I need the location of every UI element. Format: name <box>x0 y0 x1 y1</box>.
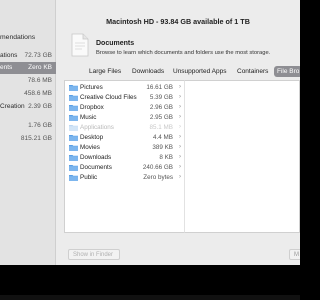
sidebar-item-size: 815.21 GB <box>20 135 52 142</box>
list-item[interactable]: Creative Cloud Files 5.39 GB › <box>65 93 185 103</box>
category-header: Documents Browse to learn which document… <box>64 33 300 63</box>
sidebar-item-label: mendations <box>0 34 36 41</box>
sidebar-item-4[interactable]: 458.6 MB <box>0 88 56 100</box>
storage-management-window: mendations ations 72.73 GB ents Zero KB … <box>0 0 300 265</box>
sidebar-item-size: 2.39 GB <box>28 103 52 110</box>
sidebar-item-documents[interactable]: ents Zero KB <box>0 62 56 74</box>
folder-icon <box>69 84 78 91</box>
chevron-right-icon: › <box>179 114 181 120</box>
file-size: 2.95 GB <box>149 114 173 121</box>
sidebar-item-creation[interactable]: Creation 2.39 GB <box>0 101 56 113</box>
tab-file-browser[interactable]: File Bro <box>274 66 300 77</box>
file-size: Zero bytes <box>143 174 173 181</box>
sidebar-item-size: 1.76 GB <box>28 122 52 129</box>
sidebar-item-label: ents <box>0 64 13 71</box>
show-in-finder-button[interactable]: Show in Finder <box>68 249 120 260</box>
chevron-right-icon: › <box>179 144 181 150</box>
chevron-right-icon: › <box>179 94 181 100</box>
chevron-right-icon: › <box>179 154 181 160</box>
list-item[interactable]: Pictures 16.61 GB › <box>65 83 185 93</box>
file-size: 4.4 MB <box>153 134 173 141</box>
category-subtitle: Browse to learn which documents and fold… <box>96 50 271 56</box>
sidebar-item-size: 72.73 GB <box>24 52 52 59</box>
folder-icon <box>69 114 78 121</box>
list-item[interactable]: Downloads 8 KB › <box>65 153 185 163</box>
file-name: Desktop <box>80 134 104 141</box>
sidebar-item-size: 78.6 MB <box>27 77 52 84</box>
sidebar-item-size: Zero KB <box>28 64 52 71</box>
tab-large-files[interactable]: Large Files <box>86 66 124 77</box>
chevron-right-icon: › <box>179 84 181 90</box>
sidebar-item-label: Creation <box>0 103 25 110</box>
window-title: Macintosh HD - 93.84 GB available of 1 T… <box>106 17 250 26</box>
file-name: Movies <box>80 144 100 151</box>
file-size: 389 KB <box>152 144 173 151</box>
file-name: Pictures <box>80 84 103 91</box>
folder-icon <box>69 104 78 111</box>
folder-icon <box>69 134 78 141</box>
sidebar-item-6[interactable]: 1.76 GB <box>0 120 56 132</box>
document-icon <box>70 33 90 57</box>
tab-unsupported-apps[interactable]: Unsupported Apps <box>170 66 229 77</box>
file-size: 8 KB <box>159 154 173 161</box>
tab-downloads[interactable]: Downloads <box>129 66 167 77</box>
list-item[interactable]: Desktop 4.4 MB › <box>65 133 185 143</box>
list-item[interactable]: Music 2.95 GB › <box>65 113 185 123</box>
folder-icon <box>69 94 78 101</box>
file-size: 85.1 MB <box>149 124 173 131</box>
sidebar-item-3[interactable]: 78.6 MB <box>0 75 56 87</box>
chevron-right-icon: › <box>179 104 181 110</box>
sidebar: mendations ations 72.73 GB ents Zero KB … <box>0 0 56 265</box>
category-title: Documents <box>96 40 135 47</box>
chevron-right-icon: › <box>179 124 181 130</box>
chevron-right-icon: › <box>179 164 181 170</box>
folder-icon <box>69 124 78 131</box>
file-size: 2.96 GB <box>149 104 173 111</box>
file-name: Applications <box>80 124 114 131</box>
file-browser-list: Pictures 16.61 GB › Creative Cloud Files… <box>64 80 184 233</box>
dock-edge <box>0 295 300 300</box>
folder-icon <box>69 174 78 181</box>
sidebar-item-recommendations[interactable]: mendations <box>0 34 35 41</box>
file-name: Downloads <box>80 154 112 161</box>
file-name: Creative Cloud Files <box>80 94 137 101</box>
more-button[interactable]: M <box>289 249 300 260</box>
folder-icon <box>69 144 78 151</box>
list-item[interactable]: Documents 240.66 GB › <box>65 163 185 173</box>
folder-icon <box>69 164 78 171</box>
file-name: Public <box>80 174 98 181</box>
sidebar-item-size: 458.6 MB <box>24 90 52 97</box>
tab-containers[interactable]: Containers <box>234 66 271 77</box>
list-item[interactable]: Movies 389 KB › <box>65 143 185 153</box>
list-item[interactable]: Public Zero bytes › <box>65 173 185 183</box>
sidebar-item-label: ations <box>0 52 18 59</box>
list-item[interactable]: Applications 85.1 MB › <box>65 123 185 133</box>
chevron-right-icon: › <box>179 134 181 140</box>
file-size: 240.66 GB <box>142 164 173 171</box>
file-browser-detail-column <box>184 80 300 233</box>
folder-icon <box>69 154 78 161</box>
sidebar-item-7[interactable]: 815.21 GB <box>0 133 56 145</box>
list-item[interactable]: Dropbox 2.96 GB › <box>65 103 185 113</box>
file-name: Documents <box>80 164 112 171</box>
file-name: Music <box>80 114 97 121</box>
file-size: 5.39 GB <box>149 94 173 101</box>
sidebar-item-applications[interactable]: ations 72.73 GB <box>0 50 56 62</box>
chevron-right-icon: › <box>179 174 181 180</box>
file-name: Dropbox <box>80 104 104 111</box>
file-size: 16.61 GB <box>146 84 173 91</box>
